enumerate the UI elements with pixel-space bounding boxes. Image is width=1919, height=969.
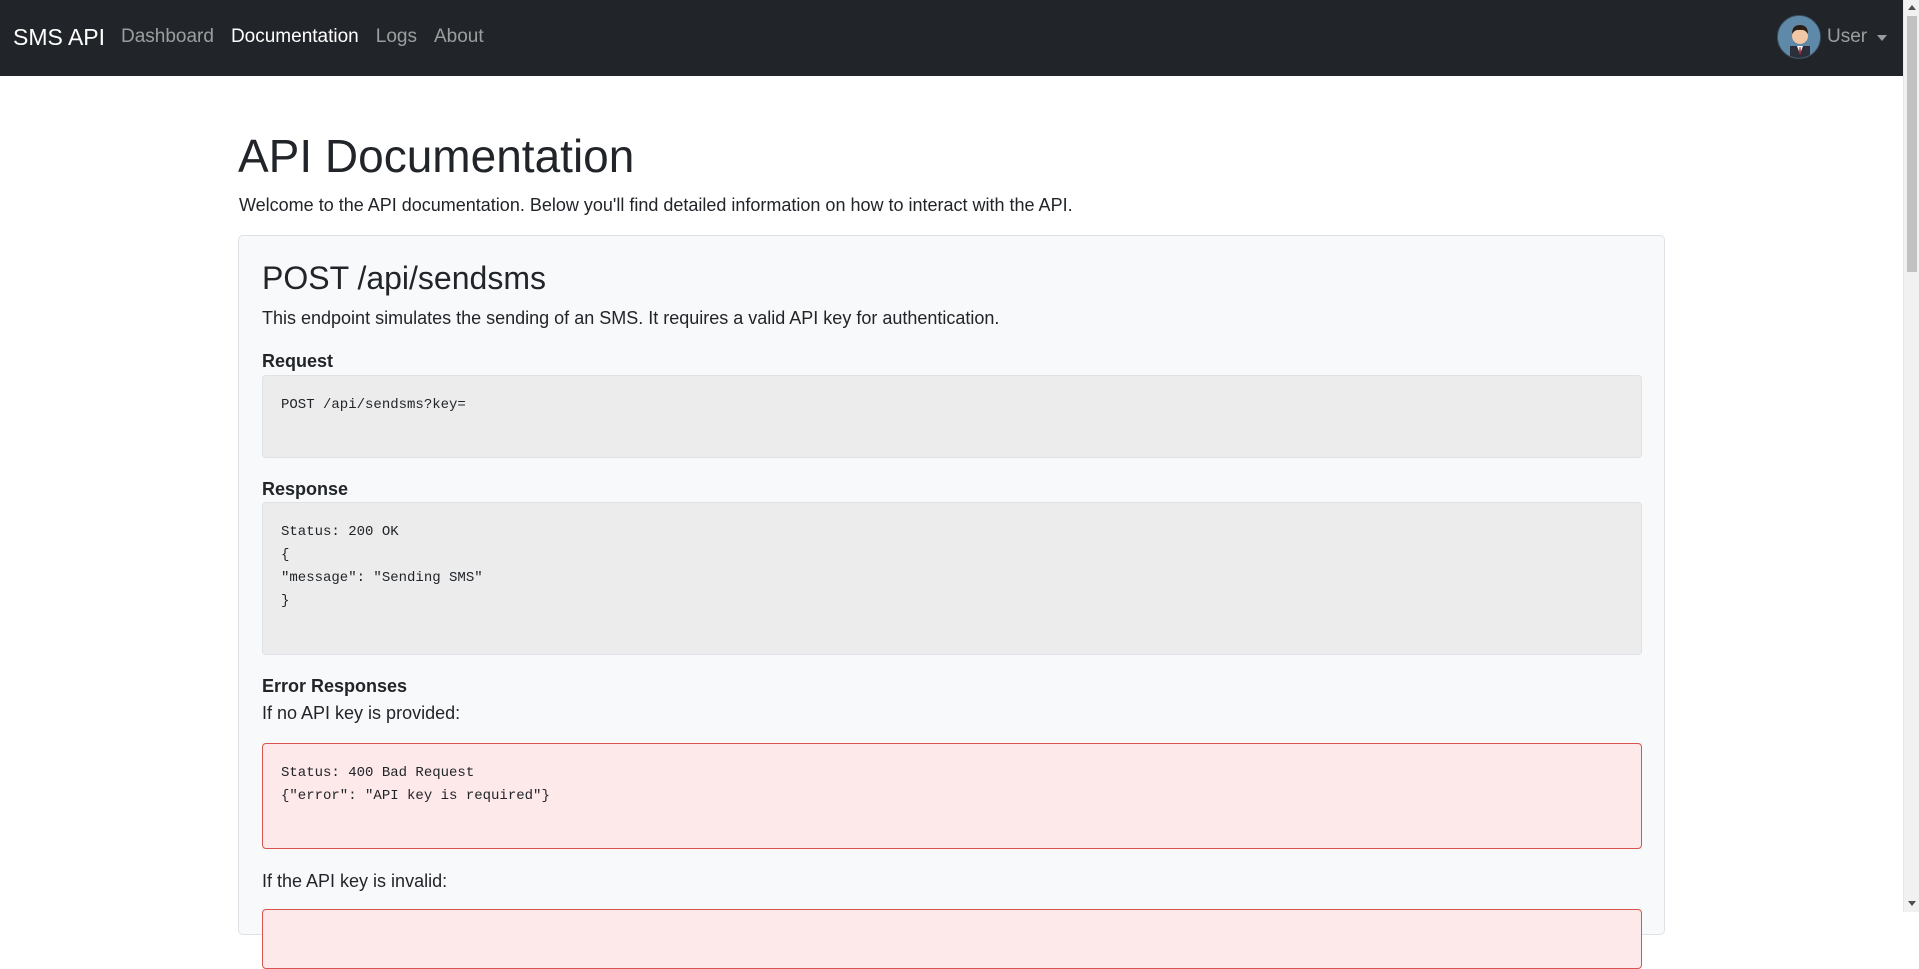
invalid-key-text: If the API key is invalid:: [262, 871, 448, 891]
no-key-text: If no API key is provided:: [262, 703, 461, 723]
request-code-block: POST /api/sendsms?key=: [262, 375, 1642, 458]
response-code-block: Status: 200 OK { "message": "Sending SMS…: [262, 502, 1642, 655]
user-label: User: [1827, 26, 1868, 47]
endpoint-title: POST /api/sendsms: [262, 260, 546, 296]
chevron-down-icon: [1877, 35, 1888, 41]
scroll-up-icon[interactable]: [1908, 5, 1916, 10]
response-heading: Response: [262, 479, 349, 499]
page-intro: Welcome to the API documentation. Below …: [239, 195, 1073, 215]
endpoint-card: POST /api/sendsms This endpoint simulate…: [238, 235, 1665, 969]
error-responses-heading: Error Responses: [262, 676, 408, 696]
nav-link-about[interactable]: About: [434, 24, 493, 50]
nav-link-documentation[interactable]: Documentation: [231, 24, 368, 50]
top-navbar: SMS API Dashboard Documentation Logs Abo…: [0, 0, 1903, 76]
avatar-icon: [1777, 15, 1821, 59]
request-heading: Request: [262, 351, 334, 371]
nav-link-dashboard[interactable]: Dashboard: [121, 24, 223, 50]
no-key-error-code-block: Status: 400 Bad Request {"error": "API k…: [262, 743, 1642, 849]
page-scrollbar[interactable]: [1903, 0, 1919, 912]
scroll-down-icon[interactable]: [1908, 901, 1916, 906]
user-dropdown[interactable]: User: [1777, 15, 1888, 59]
nav-link-logs[interactable]: Logs: [376, 24, 426, 50]
scroll-thumb[interactable]: [1907, 16, 1917, 272]
page-title: API Documentation: [238, 130, 635, 182]
nav-links: Dashboard Documentation Logs About: [121, 24, 501, 50]
brand-link[interactable]: SMS API: [13, 22, 105, 52]
invalid-key-error-code-block: [262, 909, 1642, 969]
endpoint-description: This endpoint simulates the sending of a…: [262, 308, 1000, 328]
